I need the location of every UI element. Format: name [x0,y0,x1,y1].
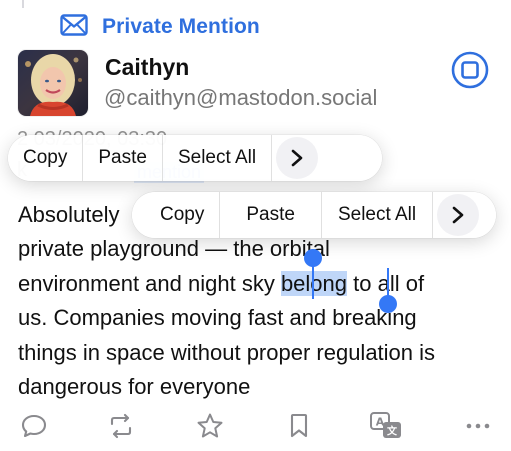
select-all-menu-item[interactable]: Select All [322,192,434,238]
copy-label: Copy [23,147,68,168]
reply-button[interactable] [17,409,51,443]
chevron-right-icon [452,206,464,224]
copy-label: Copy [160,204,205,225]
private-mention-header: Private Mention [60,10,260,44]
selection-end-handle[interactable] [378,268,398,318]
translate-icon: A 文 [370,412,401,438]
paste-label: Paste [246,204,295,225]
more-actions-button[interactable] [461,409,495,443]
status-line-6: dangerous for everyone [18,370,498,404]
square-circle-icon [451,51,489,89]
select-all-label: Select All [337,204,417,225]
copy-menu-item[interactable]: Copy [8,135,84,181]
speech-bubble-icon [21,414,47,438]
status-line-5-text: things in space without proper regulatio… [18,339,436,365]
status-line-4-text: us. Companies moving fast and breaking [18,305,417,331]
select-all-label: Select All [177,147,257,168]
paste-menu-item[interactable]: Paste [220,192,322,238]
status-line-4: us. Companies moving fast and breaking [18,301,498,335]
favourite-button[interactable] [193,409,227,443]
edit-menu-front: Copy Paste Select All [132,192,496,238]
status-line-5: things in space without proper regulatio… [18,336,498,370]
copy-menu-item[interactable]: Copy [132,192,221,238]
translate-button[interactable]: A 文 [369,409,403,443]
thread-connector-line [22,0,24,8]
status-options-button[interactable] [451,51,489,89]
status-line-2-text: private playground — the orbital [18,236,330,262]
chevron-right-icon [291,149,303,167]
bookmark-button[interactable] [282,409,316,443]
status-line-3: environment and night sky belong to all … [18,267,498,301]
paste-menu-item[interactable]: Paste [83,135,163,181]
selection-start-handle[interactable] [304,249,322,301]
menu-more-button[interactable] [437,194,480,236]
avatar[interactable] [18,50,88,116]
menu-more-button[interactable] [276,137,319,179]
author-handle[interactable]: @caithyn@mastodon.social [104,85,377,111]
private-mention-label: Private Mention [102,15,260,38]
star-icon [197,413,223,438]
status-line-3-before: environment and night sky [18,270,281,296]
ellipsis-icon [466,423,490,429]
status-line-6-text: dangerous for everyone [18,373,251,399]
edit-menu-back: Copy Paste Select All [8,135,382,181]
author-display-name[interactable]: Caithyn [105,54,189,81]
status-line-1-text: Absolutely [18,202,120,227]
envelope-icon [60,13,88,41]
boost-button[interactable] [104,409,138,443]
status-action-bar: A 文 [0,404,511,448]
bookmark-icon [290,413,308,438]
select-all-menu-item[interactable]: Select All [163,135,273,181]
paste-label: Paste [98,147,147,168]
repeat-icon [110,413,132,439]
svg-text:文: 文 [387,425,398,438]
